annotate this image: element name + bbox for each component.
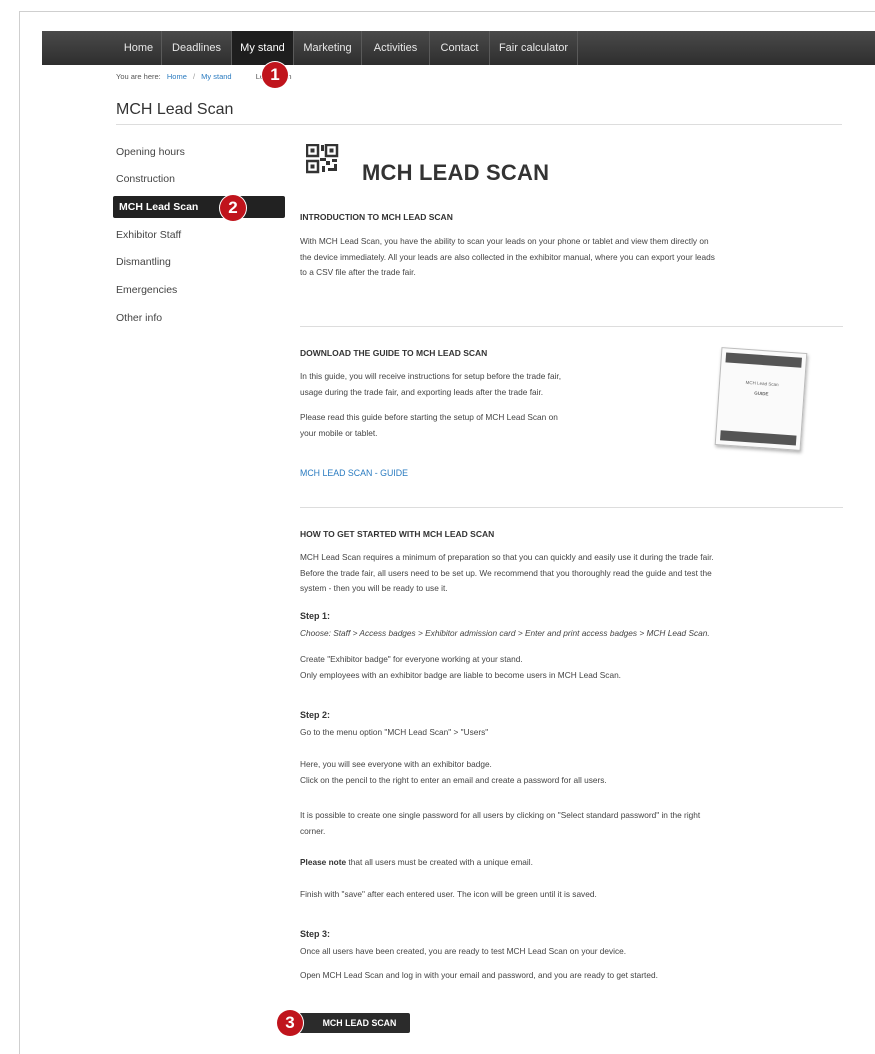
- guide-line: Please read this guide before starting t…: [300, 412, 558, 422]
- note-bold: Please note: [300, 857, 347, 867]
- step-2-line: It is possible to create one single pass…: [300, 810, 701, 820]
- step-2-unique-note: Please note that all users must be creat…: [300, 855, 533, 871]
- step-1-line: Only employees with an exhibitor badge a…: [300, 669, 621, 680]
- page-title: MCH Lead Scan: [116, 101, 234, 118]
- step-1-text: Create "Exhibitor badge" for everyone wo…: [300, 652, 621, 683]
- title-divider: [116, 124, 842, 125]
- nav-marketing[interactable]: Marketing: [294, 31, 362, 65]
- sidebar-item-dismantling[interactable]: Dismantling: [116, 252, 282, 272]
- step-2-save-note: Finish with "save" after each entered us…: [300, 889, 597, 899]
- thumbnail-photo-strip: [725, 352, 802, 368]
- nav-deadlines[interactable]: Deadlines: [162, 31, 232, 65]
- step-2-text: Here, you will see everyone with an exhi…: [300, 757, 607, 788]
- sidebar-item-opening-hours[interactable]: Opening hours: [116, 142, 282, 162]
- started-line: MCH Lead Scan requires a minimum of prep…: [300, 552, 714, 562]
- guide-paragraph-2: Please read this guide before starting t…: [300, 410, 558, 441]
- guide-line: your mobile or tablet.: [300, 427, 378, 438]
- annotation-badge-1: 1: [262, 62, 288, 88]
- guide-heading: DOWNLOAD THE GUIDE TO MCH LEAD SCAN: [300, 348, 488, 358]
- sidebar-item-exhibitor-staff[interactable]: Exhibitor Staff: [116, 225, 282, 245]
- step-2-line: corner.: [300, 825, 326, 836]
- intro-heading: INTRODUCTION TO MCH LEAD SCAN: [300, 212, 453, 222]
- guide-paragraph-1: In this guide, you will receive instruct…: [300, 369, 561, 400]
- annotation-badge-2: 2: [220, 195, 246, 221]
- breadcrumb-my-stand[interactable]: My stand: [201, 72, 231, 81]
- started-line: system - then you will be ready to use i…: [300, 583, 448, 593]
- sidebar-item-mch-lead-scan[interactable]: MCH Lead Scan: [113, 196, 285, 218]
- started-paragraph: MCH Lead Scan requires a minimum of prep…: [300, 550, 714, 597]
- step-2-line: Here, you will see everyone with an exhi…: [300, 759, 492, 769]
- thumbnail-subtitle: GUIDE: [754, 390, 769, 397]
- nav-contact[interactable]: Contact: [430, 31, 490, 65]
- intro-line: to a CSV file after the trade fair.: [300, 267, 416, 277]
- sidebar-item-other-info[interactable]: Other info: [116, 308, 282, 328]
- step-1-line: Create "Exhibitor badge" for everyone wo…: [300, 654, 523, 664]
- step-2-line: Click on the pencil to the right to ente…: [300, 774, 607, 785]
- qr-code-icon: [306, 144, 339, 174]
- nav-activities[interactable]: Activities: [362, 31, 430, 65]
- intro-line: the device immediately. All your leads a…: [300, 251, 715, 262]
- started-heading: HOW TO GET STARTED WITH MCH LEAD SCAN: [300, 529, 495, 539]
- thumbnail-photo-strip: [720, 430, 797, 446]
- main-heading: MCH LEAD SCAN: [362, 160, 550, 185]
- breadcrumb-prefix: You are here:: [116, 72, 161, 81]
- section-divider: [300, 507, 843, 508]
- annotation-badge-3: 3: [277, 1010, 303, 1036]
- mch-lead-scan-button[interactable]: MCH LEAD SCAN: [299, 1013, 410, 1033]
- intro-line: With MCH Lead Scan, you have the ability…: [300, 236, 709, 246]
- guide-line: In this guide, you will receive instruct…: [300, 371, 562, 381]
- top-navbar: Home Deadlines My stand Marketing Activi…: [42, 31, 875, 65]
- step-3-label: Step 3:: [300, 929, 331, 939]
- breadcrumb-home[interactable]: Home: [167, 72, 187, 81]
- step-2-line-1: Go to the menu option "MCH Lead Scan" > …: [300, 727, 489, 737]
- step-3-line-1: Once all users have been created, you ar…: [300, 946, 627, 956]
- sidebar-item-emergencies[interactable]: Emergencies: [116, 280, 282, 300]
- nav-home[interactable]: Home: [116, 31, 162, 65]
- sidebar-item-construction[interactable]: Construction: [116, 169, 282, 189]
- step-1-path: Choose: Staff > Access badges > Exhibito…: [300, 628, 710, 638]
- step-2-label: Step 2:: [300, 710, 331, 720]
- breadcrumb-separator: /: [192, 72, 196, 81]
- started-line: Before the trade fair, all users need to…: [300, 567, 712, 578]
- note-text: that all users must be created with a un…: [346, 857, 533, 867]
- section-divider: [300, 326, 843, 327]
- guide-line: usage during the trade fair, and exporti…: [300, 386, 544, 397]
- intro-paragraph: With MCH Lead Scan, you have the ability…: [300, 234, 715, 281]
- step-3-line-2: Open MCH Lead Scan and log in with your …: [300, 970, 658, 980]
- guide-download-link[interactable]: MCH LEAD SCAN - GUIDE: [300, 468, 408, 478]
- step-1-label: Step 1:: [300, 611, 331, 621]
- nav-fair-calculator[interactable]: Fair calculator: [490, 31, 578, 65]
- nav-my-stand[interactable]: My stand: [232, 31, 294, 65]
- thumbnail-title: MCH Lead Scan: [745, 379, 779, 388]
- step-2-password-note: It is possible to create one single pass…: [300, 808, 700, 839]
- guide-thumbnail[interactable]: MCH Lead Scan GUIDE: [714, 347, 808, 451]
